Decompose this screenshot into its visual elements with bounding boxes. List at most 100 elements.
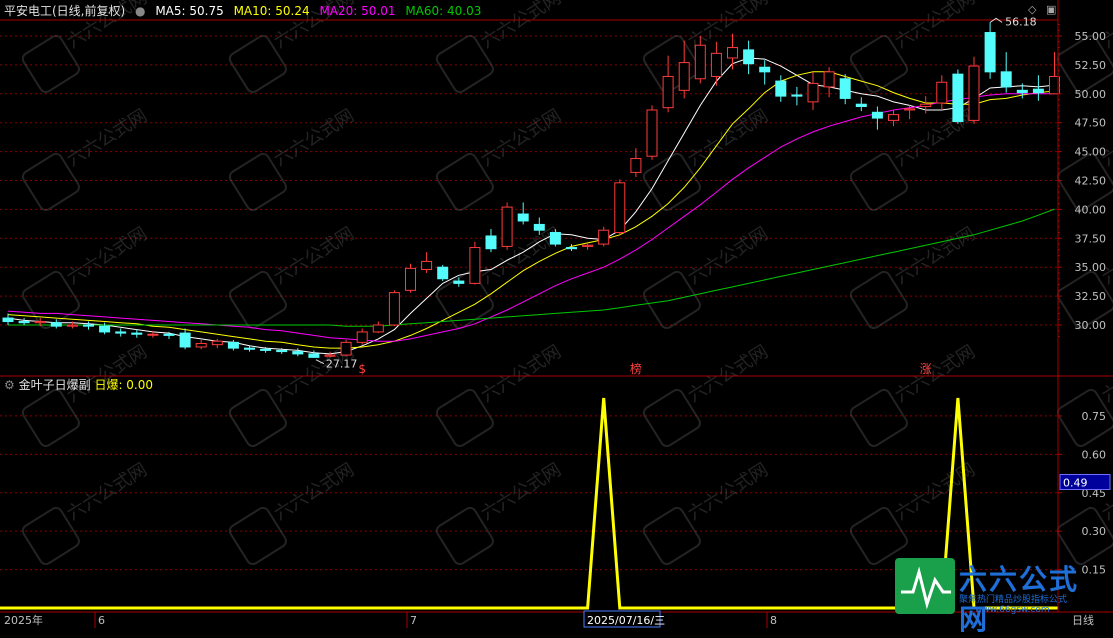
- candle: [485, 229, 497, 253]
- candle: [920, 96, 932, 114]
- candle-body-up: [469, 247, 481, 284]
- candle-body-up: [662, 75, 674, 109]
- watermark-text: 六六公式网: [891, 223, 978, 289]
- candle-body-up: [211, 340, 223, 346]
- candle: [18, 318, 30, 325]
- watermark-text: 六六公式网: [63, 105, 150, 171]
- candle-body-up: [630, 158, 642, 173]
- candle-body-up: [372, 324, 384, 333]
- signal-marker-s: $: [358, 362, 366, 376]
- candle-body-down: [566, 247, 577, 250]
- candle: [469, 241, 481, 285]
- candle: [646, 105, 658, 160]
- watermark-tile: 六六公式网: [228, 223, 358, 330]
- watermark-text: 六六公式网: [1098, 341, 1113, 407]
- candle-body-down: [533, 223, 545, 231]
- candle: [952, 69, 964, 124]
- watermark-text: 六六公式网: [477, 341, 564, 407]
- collapse-icon[interactable]: ▣: [1046, 3, 1056, 16]
- price-tick-label: 37.50: [1075, 232, 1107, 245]
- time-axis-label: 8: [770, 614, 777, 627]
- candle: [791, 86, 803, 106]
- watermark-text: 六六公式网: [684, 341, 771, 407]
- brand-watermark: 六六公式网 聚焦热门精品炒股指标公式 www.66gsw.com: [895, 558, 1105, 636]
- candle-body-down: [437, 266, 449, 280]
- candle: [83, 321, 94, 330]
- candle: [630, 148, 642, 178]
- candle-body-down: [517, 213, 529, 222]
- candle: [131, 329, 143, 338]
- candle-body-down: [485, 235, 497, 250]
- watermark-layer: 六六公式网 六六公式网 六六公式网 六六公式网 六六公式网 六六公式网六六公式网 六六公式网…: [21, 0, 1113, 566]
- indicator-title[interactable]: 金叶子日爆副: [19, 378, 91, 392]
- time-axis-label: 6: [98, 614, 105, 627]
- watermark-text: 六六公式网: [270, 223, 357, 289]
- price-header: 平安电工(日线,前复权) ● MA5: 50.75 MA10: 50.24 MA…: [4, 2, 487, 20]
- candle-body-up: [904, 108, 916, 111]
- watermark-text: 六六公式网: [477, 105, 564, 171]
- price-tick-label: 30.00: [1075, 319, 1107, 332]
- candle: [566, 244, 577, 252]
- watermark-tile: 六六公式网: [435, 341, 565, 448]
- watermark-tile: 六六公式网: [1056, 0, 1113, 94]
- indicator-tick-label: 0.60: [1082, 448, 1107, 461]
- candle: [437, 264, 449, 282]
- candle-body-up: [340, 341, 352, 356]
- candle-body-up: [356, 331, 368, 343]
- candle: [372, 321, 384, 334]
- watermark-text: 六六公式网: [270, 459, 357, 525]
- price-tick-label: 35.00: [1075, 261, 1107, 274]
- price-tick-label: 42.50: [1075, 175, 1107, 188]
- moving-average-lines: [7, 57, 1055, 355]
- cursor-value-label: 0.49: [1063, 477, 1088, 490]
- candle: [968, 56, 980, 124]
- time-axis-label: 7: [410, 614, 417, 627]
- candle: [807, 71, 819, 110]
- candle-body-down: [1016, 89, 1028, 94]
- ma60-legend: MA60: 40.03: [405, 4, 482, 18]
- candle: [340, 340, 352, 357]
- watermark-tile: 六六公式网: [642, 459, 772, 566]
- candle-body-down: [743, 49, 755, 65]
- toggle-icon[interactable]: ●: [135, 4, 145, 18]
- candlestick-series: [2, 22, 1060, 358]
- candle-body-down: [1032, 88, 1044, 94]
- candle: [179, 328, 191, 350]
- diamond-icon[interactable]: ◇: [1028, 3, 1036, 16]
- candle-body-down: [952, 73, 964, 123]
- candle: [855, 97, 867, 112]
- candle: [1032, 75, 1044, 101]
- candle: [936, 75, 948, 110]
- indicator-tick-label: 0.75: [1082, 410, 1107, 423]
- watermark-text: 六六公式网: [684, 459, 771, 525]
- stock-chart-canvas[interactable]: 六六公式网 六六公式网 六六公式网 六六公式网 六六公式网 六六公式网六六公式网 六六公式网…: [0, 0, 1113, 628]
- stock-title[interactable]: 平安电工(日线,前复权): [4, 4, 125, 18]
- candle: [710, 41, 722, 86]
- candle: [759, 60, 771, 85]
- candle: [984, 22, 996, 79]
- candle: [614, 179, 626, 235]
- watermark-tile: 六六公式网: [849, 341, 979, 448]
- candle: [308, 350, 320, 358]
- candle-body-up: [195, 342, 207, 348]
- candle-body-up: [501, 206, 513, 247]
- candle-body-down: [2, 317, 14, 323]
- watermark-tile: 六六公式网: [228, 105, 358, 212]
- candle-body-up: [807, 82, 819, 103]
- candle-body-down: [1000, 71, 1012, 88]
- candle-body-up: [888, 114, 899, 121]
- candle: [775, 75, 787, 102]
- time-cursor-label: 2025/07/16/三: [587, 614, 665, 627]
- brand-tagline: 聚焦热门精品炒股指标公式: [959, 595, 1068, 605]
- candle-body-down: [244, 347, 255, 350]
- watermark-tile: 六六公式网: [21, 459, 151, 566]
- high-price-label: 56.18: [1005, 15, 1037, 28]
- candle-body-down: [163, 333, 175, 336]
- candle-body-down: [791, 94, 803, 97]
- ma-line-ma5: [7, 57, 1055, 355]
- candle-body-down: [984, 32, 996, 73]
- indicator-header: ⚙ 金叶子日爆副 日爆: 0.00: [4, 376, 153, 394]
- price-tick-label: 55.00: [1075, 30, 1107, 43]
- settings-icon[interactable]: ⚙: [4, 378, 15, 392]
- price-tick-label: 40.00: [1075, 203, 1107, 216]
